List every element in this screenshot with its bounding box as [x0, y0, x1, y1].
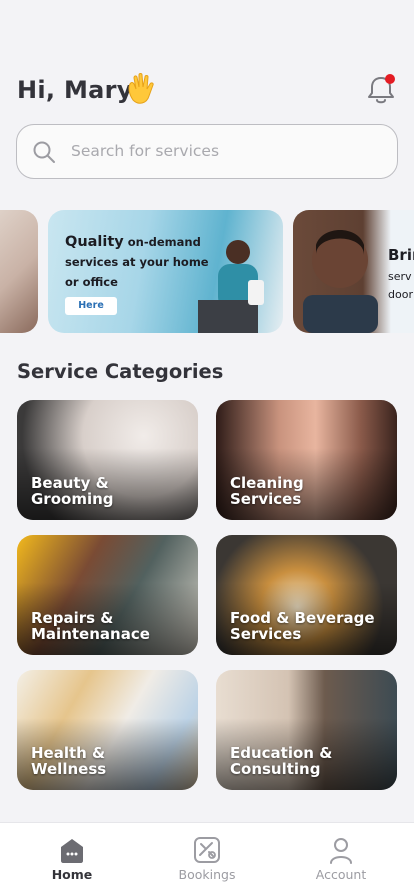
- category-card-beauty[interactable]: Beauty & Grooming: [17, 400, 198, 520]
- category-card-cleaning[interactable]: Cleaning Services: [216, 400, 397, 520]
- tab-bookings-label: Bookings: [178, 867, 236, 882]
- waving-hand-icon: [128, 73, 154, 104]
- section-title-categories: Service Categories: [17, 360, 224, 383]
- here-button[interactable]: Here: [65, 297, 117, 315]
- account-icon: [330, 838, 352, 864]
- home-icon: [61, 839, 83, 863]
- category-card-health[interactable]: Health & Wellness: [17, 670, 198, 790]
- category-label: Education & Consulting: [230, 744, 333, 778]
- promo-banner2-subtitle: serv door: [388, 270, 413, 301]
- tab-home-label: Home: [51, 867, 93, 882]
- notification-dot: [385, 74, 395, 84]
- promo-carousel[interactable]: Quality on-demand services at your home …: [0, 210, 414, 333]
- search-input[interactable]: [71, 125, 381, 177]
- tab-home[interactable]: Home: [22, 835, 122, 882]
- bottom-tab-bar: Home Bookings Account: [0, 822, 414, 896]
- promo-banner-previous[interactable]: [0, 210, 38, 333]
- category-card-education[interactable]: Education & Consulting: [216, 670, 397, 790]
- promo-banner2-title: Brin: [388, 246, 414, 264]
- promo-banner-next[interactable]: Brin serv door: [293, 210, 414, 333]
- tab-account[interactable]: Account: [291, 835, 391, 882]
- tab-account-label: Account: [315, 867, 367, 882]
- tab-bookings[interactable]: Bookings: [157, 835, 257, 882]
- header: Hi, Mary: [17, 70, 399, 114]
- category-card-repairs[interactable]: Repairs & Maintenanace: [17, 535, 198, 655]
- category-label: Cleaning Services: [230, 474, 304, 508]
- search-bar[interactable]: [16, 124, 398, 179]
- category-label: Beauty & Grooming: [31, 474, 114, 508]
- bell-icon[interactable]: [363, 72, 399, 108]
- bookings-icon: [194, 837, 220, 863]
- greeting-title: Hi, Mary: [17, 76, 133, 104]
- category-card-food[interactable]: Food & Beverage Services: [216, 535, 397, 655]
- smiling-woman-photo: [303, 230, 378, 333]
- category-label: Health & Wellness: [31, 744, 107, 778]
- category-label: Food & Beverage Services: [230, 609, 375, 643]
- search-icon: [33, 141, 55, 163]
- promo-banner-quality[interactable]: Quality on-demand services at your home …: [48, 210, 283, 333]
- category-label: Repairs & Maintenanace: [31, 609, 150, 643]
- promo-highlight: Quality: [65, 234, 124, 250]
- cleaner-photo: [198, 240, 264, 333]
